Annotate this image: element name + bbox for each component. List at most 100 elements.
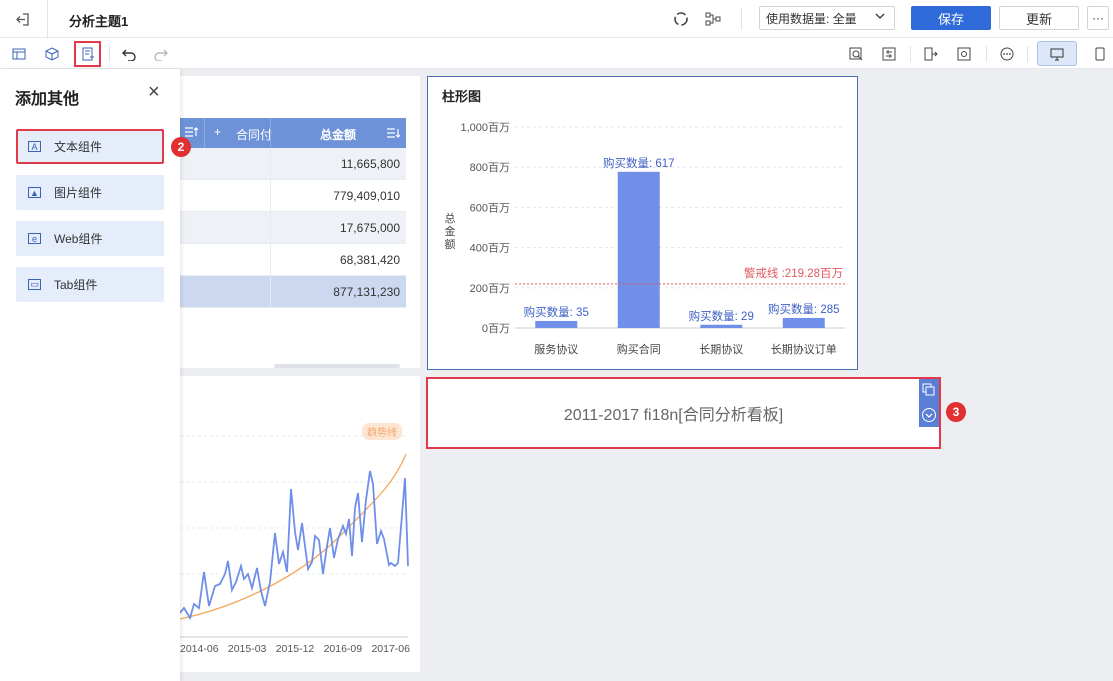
component-actions [919,379,939,427]
chart-inspect-icon[interactable] [846,44,866,64]
divider [986,46,987,62]
y-axis-label: 额 [445,238,456,251]
table-row-total: 877,131,230 [180,276,406,308]
column-header-total[interactable]: 总金额 [320,126,356,143]
divider [910,46,911,62]
desktop-view-icon[interactable] [1037,41,1077,66]
preview-icon[interactable] [954,44,974,64]
more-button[interactable]: ··· [1087,6,1109,30]
series-line [180,470,409,621]
editor-toolbar [0,38,1113,69]
y-axis-label: 总 [445,211,456,225]
close-icon[interactable]: × [148,81,160,104]
tab-icon: ▭ [28,279,41,290]
table-scrollbar[interactable] [274,364,400,368]
back-icon[interactable] [10,8,34,30]
cell-total: 11,665,800 [340,157,400,171]
tab-component-item[interactable]: ▭ Tab组件 [16,267,164,302]
export-icon[interactable] [921,44,941,64]
divider [109,46,110,62]
x-tick-label: 2015-03 [227,643,267,655]
text-component-content[interactable]: 2011-2017 fi18n[合同分析看板] [428,379,919,447]
page-title: 分析主题1 [69,14,129,29]
web-icon: e [28,233,41,244]
add-table-icon[interactable] [9,44,29,64]
column-header-contract[interactable]: 合同付 [236,126,272,143]
add-component-icon[interactable] [42,44,62,64]
chevron-down-icon [874,10,886,25]
y-tick-label: 200百万 [470,283,510,295]
item-label: Web组件 [54,232,103,246]
data-label: 购买数量: 285 [768,302,840,316]
item-label: 图片组件 [54,186,103,200]
x-tick-label: 服务协议 [534,342,578,356]
image-icon: ▲ [28,187,41,198]
x-tick-label: 2017-06 [371,643,410,655]
y-tick-label: 800百万 [470,162,510,174]
mobile-view-icon[interactable] [1090,44,1110,64]
divider [204,118,205,148]
table-row: 779,409,010 [180,180,406,212]
cell-total: 877,131,230 [333,285,400,299]
bar-chart-plot: 0百万 200百万 400百万 600百万 800百万 1,000百万总金额服务协议 购买数… [445,122,845,356]
bar [700,324,743,328]
table-header: + 合同付 总金额 [180,118,406,148]
item-label: 文本组件 [54,140,103,154]
divider [741,8,742,30]
bar [782,317,825,328]
save-button[interactable]: 保存 [911,6,991,30]
cell-total: 779,409,010 [333,189,400,203]
line-chart-plot [180,435,409,638]
chevron-down-icon[interactable] [921,407,937,428]
warning-line-label: 警戒线 :219.28百万 [744,266,843,280]
y-tick-label: 400百万 [470,243,510,255]
item-label: Tab组件 [54,278,98,292]
step-badge-3: 3 [946,402,966,422]
divider [47,0,48,38]
data-volume-select[interactable]: 使用数据量: 全量 [759,6,895,30]
lineage-icon[interactable] [702,8,724,30]
data-label: 购买数量: 617 [603,156,675,170]
panel-title: 添加其他 [15,91,80,108]
text-component-item[interactable]: A 文本组件 [16,129,164,164]
x-tick-label: 2015-12 [275,643,315,655]
web-component-item[interactable]: e Web组件 [16,221,164,256]
table-row: 17,675,000 [180,212,406,244]
filter-component-icon[interactable] [879,44,899,64]
top-bar: 分析主题1 使用数据量: 全量 保存 更新 ··· [0,0,1113,38]
sort-icon[interactable] [386,127,401,142]
x-tick-label: 2016-09 [323,643,363,655]
y-tick-label: 0百万 [482,323,510,335]
more-options-icon[interactable] [997,44,1017,64]
y-tick-label: 1,000百万 [460,122,510,134]
bar [535,320,578,328]
line-chart-card: 趋势线 2014-06 2015-03 2015-12 2016-09 2017… [180,376,420,672]
bar [617,171,660,328]
data-volume-label: 使用数据量: 全量 [766,11,857,26]
text-component[interactable]: 2011-2017 fi18n[合同分析看板] [426,377,941,449]
copy-icon[interactable] [922,383,936,402]
divider [270,118,271,148]
undo-icon[interactable] [119,44,139,64]
data-label: 购买数量: 29 [689,309,754,323]
divider [1027,46,1028,62]
redo-icon[interactable] [151,44,171,64]
cell-total: 68,381,420 [339,253,400,267]
cell-total: 17,675,000 [339,221,400,235]
data-label: 购买数量: 35 [524,305,589,319]
bar-chart-card[interactable]: 柱形图 0百万 200百万 400百万 600百万 800百万 1,000百万总金额服务协… [427,76,858,370]
update-button[interactable]: 更新 [999,6,1079,30]
refresh-icon[interactable] [670,8,692,30]
x-tick-label: 2014-06 [180,643,219,655]
y-axis-label: 金 [445,224,456,238]
x-tick-label: 购买合同 [617,342,661,356]
add-column-icon[interactable]: + [214,125,221,139]
table-row: 11,665,800 [180,148,406,180]
x-tick-label: 长期协议订单 [771,342,837,356]
add-other-icon[interactable] [74,41,101,67]
y-tick-label: 600百万 [470,202,510,214]
x-tick-label: 长期协议 [699,342,743,356]
x-axis-labels: 2014-06 2015-03 2015-12 2016-09 2017-06 [180,643,410,655]
image-component-item[interactable]: ▲ 图片组件 [16,175,164,210]
add-other-panel: 添加其他 × A 文本组件 ▲ 图片组件 e Web组件 ▭ Tab组件 [0,69,180,681]
